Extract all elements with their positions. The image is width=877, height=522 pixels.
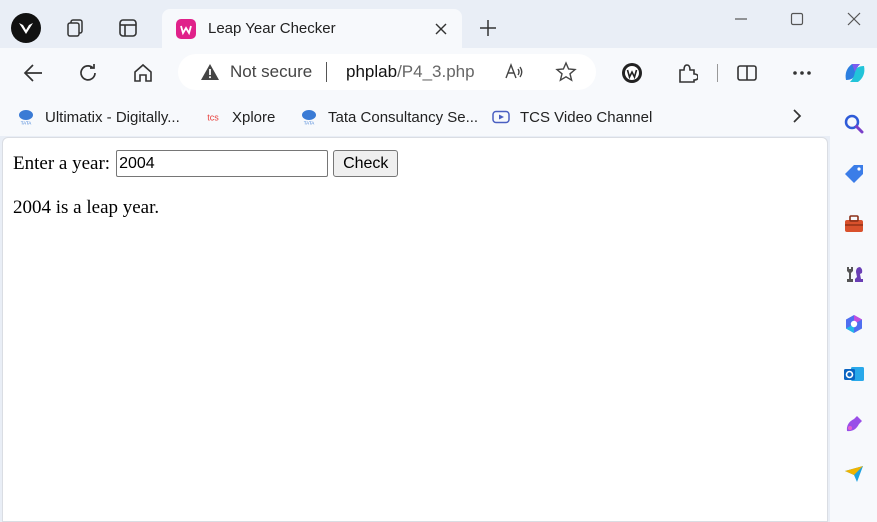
microsoft365-icon[interactable] xyxy=(842,312,866,336)
bookmark-label: Ultimatix - Digitally... xyxy=(45,108,180,126)
outlook-icon[interactable] xyxy=(842,362,866,386)
tab-title: Leap Year Checker xyxy=(208,20,336,37)
more-menu-icon[interactable] xyxy=(789,60,815,86)
tata-logo-icon: TATA xyxy=(17,109,35,125)
bookmark-tata-consultancy[interactable]: TATA Tata Consultancy Se... xyxy=(300,106,478,128)
bookmark-ultimatix[interactable]: TATA Ultimatix - Digitally... xyxy=(17,106,180,128)
split-screen-icon[interactable] xyxy=(734,60,760,86)
result-text: 2004 is a leap year. xyxy=(13,197,160,218)
back-icon[interactable] xyxy=(20,60,46,86)
read-aloud-icon[interactable] xyxy=(502,60,526,84)
refresh-icon[interactable] xyxy=(75,60,101,86)
tcs-logo-icon: tcs xyxy=(204,109,222,125)
chess-icon[interactable] xyxy=(842,262,866,286)
video-play-icon xyxy=(492,109,510,125)
year-form: Enter a year: Check xyxy=(13,150,399,177)
svg-text:TATA: TATA xyxy=(21,121,32,126)
search-icon[interactable] xyxy=(842,112,866,136)
maximize-icon[interactable] xyxy=(786,8,808,30)
workspaces-icon[interactable] xyxy=(63,16,87,40)
page-viewport: Enter a year: Check 2004 is a leap year. xyxy=(2,137,828,522)
close-tab-icon[interactable] xyxy=(430,18,452,40)
url-path: /P4_3.php xyxy=(397,62,475,81)
designer-icon[interactable] xyxy=(842,412,866,436)
wamp-icon xyxy=(176,19,196,39)
home-icon[interactable] xyxy=(130,60,156,86)
bookmark-label: Xplore xyxy=(232,108,276,126)
extensions-icon[interactable] xyxy=(674,60,700,86)
send-icon[interactable] xyxy=(842,462,866,486)
chevron-right-icon[interactable] xyxy=(786,105,808,127)
check-button[interactable]: Check xyxy=(333,150,399,177)
url-text[interactable]: phplab/P4_3.php xyxy=(346,62,475,82)
edge-sidebar xyxy=(830,96,877,522)
separator xyxy=(326,62,327,82)
wappalyzer-extension-icon[interactable] xyxy=(619,60,645,86)
toolbox-icon[interactable] xyxy=(842,212,866,236)
year-input[interactable] xyxy=(116,150,329,177)
bookmark-label: Tata Consultancy Se... xyxy=(328,108,479,126)
bookmark-xplore[interactable]: tcs Xplore xyxy=(204,106,275,128)
toolbar: Not secure phplab/P4_3.php xyxy=(0,48,877,96)
svg-text:tcs: tcs xyxy=(207,113,219,123)
bookmarks-bar: TATA Ultimatix - Digitally... tcs Xplore… xyxy=(0,96,830,136)
profile-avatar-icon[interactable] xyxy=(11,13,41,43)
address-bar[interactable]: Not secure phplab/P4_3.php xyxy=(178,54,596,90)
close-window-icon[interactable] xyxy=(843,8,865,30)
bookmark-tcs-video-channel[interactable]: TCS Video Channel xyxy=(492,106,652,128)
warning-icon[interactable] xyxy=(200,62,220,87)
minimize-icon[interactable] xyxy=(730,8,752,30)
new-tab-icon[interactable] xyxy=(476,16,500,40)
year-prompt-label: Enter a year: xyxy=(13,152,111,174)
security-label[interactable]: Not secure xyxy=(230,62,312,82)
tata-logo-icon: TATA xyxy=(300,109,318,125)
svg-text:TATA: TATA xyxy=(304,121,315,126)
bookmark-label: TCS Video Channel xyxy=(520,108,653,126)
toolbar-divider xyxy=(717,64,718,82)
url-host: phplab xyxy=(346,62,398,81)
tag-icon[interactable] xyxy=(842,162,866,186)
favorite-star-icon[interactable] xyxy=(554,60,578,84)
tab-leap-year-checker[interactable]: Leap Year Checker xyxy=(162,9,462,49)
tab-strip: Leap Year Checker xyxy=(0,0,877,49)
copilot-icon[interactable] xyxy=(840,58,870,88)
vertical-tabs-icon[interactable] xyxy=(116,16,140,40)
